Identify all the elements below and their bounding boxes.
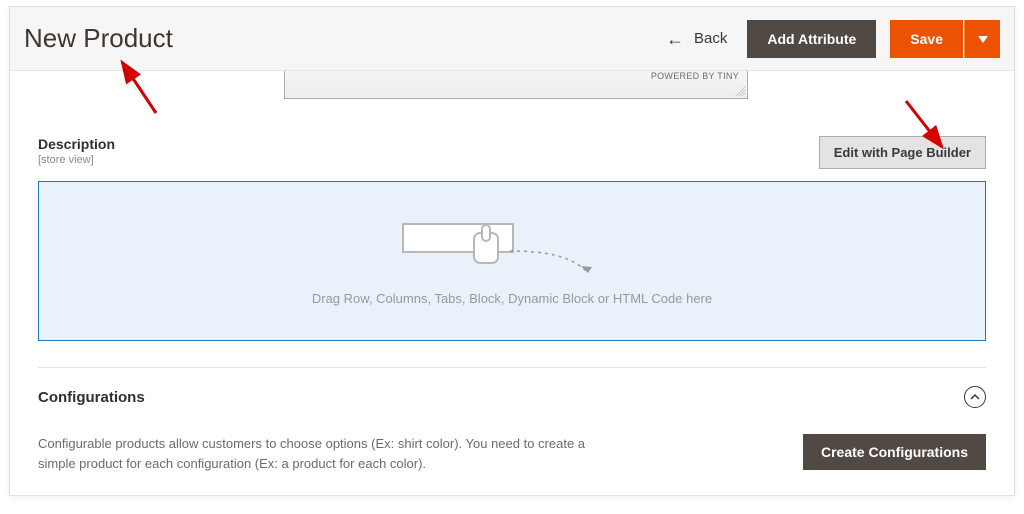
configurations-section: Configurations Configurable products all… xyxy=(38,386,986,474)
create-configurations-button[interactable]: Create Configurations xyxy=(803,434,986,470)
admin-page-frame: New Product ← Back Add Attribute Save PO… xyxy=(9,6,1015,496)
content-area: Description [store view] Edit with Page … xyxy=(10,112,1014,495)
back-button-label: Back xyxy=(694,30,727,47)
page-builder-drop-zone[interactable]: Drag Row, Columns, Tabs, Block, Dynamic … xyxy=(38,181,986,341)
powered-by-label: POWERED BY TINY xyxy=(651,71,739,81)
description-header: Description [store view] Edit with Page … xyxy=(38,112,986,169)
caret-down-icon xyxy=(978,34,988,44)
configurations-title: Configurations xyxy=(38,389,145,406)
arrow-left-icon: ← xyxy=(666,30,684,48)
description-label: Description xyxy=(38,136,115,152)
description-label-group: Description [store view] xyxy=(38,136,115,166)
configurations-body: Configurable products allow customers to… xyxy=(38,434,986,474)
configurations-help-text: Configurable products allow customers to… xyxy=(38,434,598,474)
page-header: New Product ← Back Add Attribute Save xyxy=(10,7,1014,71)
drop-hint-text: Drag Row, Columns, Tabs, Block, Dynamic … xyxy=(312,291,712,306)
chevron-up-icon xyxy=(964,386,986,408)
save-dropdown-toggle[interactable] xyxy=(964,20,1000,58)
drop-illustration xyxy=(402,217,622,277)
save-button[interactable]: Save xyxy=(890,20,963,58)
configurations-toggle[interactable]: Configurations xyxy=(38,386,986,408)
drag-hand-icon xyxy=(402,217,622,277)
back-button[interactable]: ← Back xyxy=(666,30,727,48)
description-scope: [store view] xyxy=(38,154,115,166)
section-divider xyxy=(38,367,986,368)
tinymce-status-bar: POWERED BY TINY xyxy=(284,71,748,99)
add-attribute-button[interactable]: Add Attribute xyxy=(747,20,876,58)
edit-with-page-builder-button[interactable]: Edit with Page Builder xyxy=(819,136,986,169)
page-title: New Product xyxy=(24,23,173,54)
